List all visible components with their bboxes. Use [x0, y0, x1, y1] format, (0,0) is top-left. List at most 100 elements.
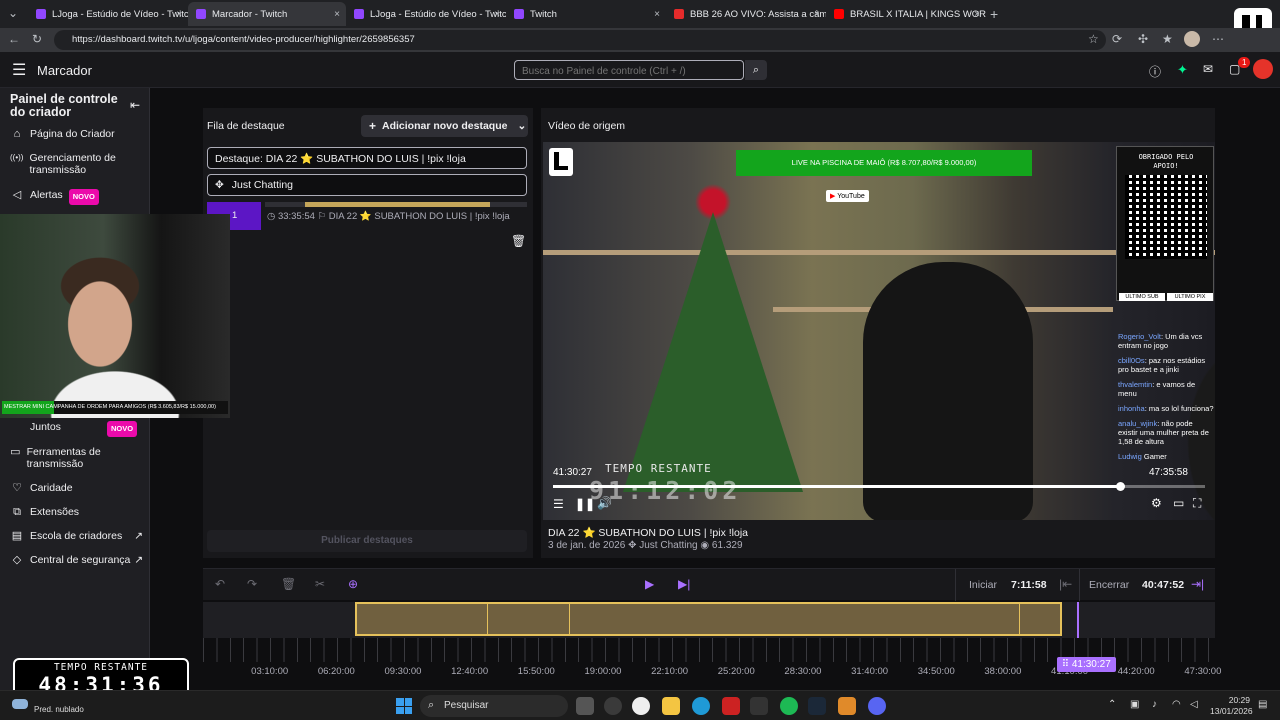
pause-icon[interactable]: ❚❚: [575, 497, 595, 511]
reload-icon[interactable]: ↻: [32, 32, 42, 46]
end-time-value[interactable]: 40:47:52: [1142, 579, 1184, 591]
collapse-sidebar-icon[interactable]: ⇤: [130, 98, 140, 112]
bookmark-star-icon[interactable]: ☆: [1088, 32, 1099, 46]
chevron-up-icon[interactable]: ⌃: [1108, 699, 1116, 710]
edge-icon[interactable]: [692, 697, 710, 715]
video-player[interactable]: LIVE NA PISCINA DE MAIÔ (R$ 8.707,80/R$ …: [543, 142, 1215, 520]
settings-icon[interactable]: ⚙: [1151, 496, 1162, 510]
sidebar-item-extensions[interactable]: ⧉ Extensões: [10, 506, 79, 518]
add-clip-icon[interactable]: ⊕: [348, 577, 358, 591]
youtube-label: YouTube: [837, 193, 865, 200]
browser-tab-1[interactable]: LJoga - Estúdio de Vídeo - Twitch ×: [28, 2, 188, 26]
puzzle-icon[interactable]: ✣: [1138, 32, 1148, 46]
app-icon[interactable]: [632, 697, 650, 715]
sidebar-item-alerts[interactable]: ◁ Alertas NOVO: [10, 189, 99, 205]
highlight-title-field[interactable]: Destaque: DIA 22 ⭐ SUBATHON DO LUIS | !p…: [207, 147, 527, 169]
highlight-range-track: [265, 202, 527, 207]
app-icon[interactable]: [750, 697, 768, 715]
microphone-icon[interactable]: ♪: [1152, 699, 1157, 710]
close-icon[interactable]: ×: [334, 9, 340, 20]
sidebar-item-charity[interactable]: ♡ Caridade: [10, 482, 73, 494]
search-button[interactable]: ⌕: [745, 60, 767, 80]
app-icon[interactable]: [722, 697, 740, 715]
browser-tab-2[interactable]: Marcador - Twitch ×: [188, 2, 346, 26]
fullscreen-icon[interactable]: ⛶: [1193, 496, 1201, 511]
sidebar-item-label: Central de segurança: [30, 554, 131, 566]
category-field[interactable]: ✥ Just Chatting: [207, 174, 527, 196]
menu-icon[interactable]: ☰: [12, 60, 26, 80]
volume-icon[interactable]: 🔊: [597, 496, 612, 510]
delete-icon[interactable]: 🗑: [511, 234, 526, 248]
sidebar-item-safety-center[interactable]: ◇ Central de segurança ↗: [10, 554, 143, 566]
browser-tab-3[interactable]: LJoga - Estúdio de Vídeo - Twitch ×: [346, 2, 506, 26]
trash-icon[interactable]: 🗑: [281, 577, 296, 591]
close-icon[interactable]: ×: [814, 9, 820, 20]
undo-icon[interactable]: ↶: [215, 577, 225, 591]
tab-search-icon[interactable]: ⌄: [8, 6, 18, 20]
highlight-queue-item[interactable]: 1 ◷ 33:35:54 ⚐ DIA 22 ⭐ SUBATHON DO LUIS…: [207, 202, 527, 248]
browser-tab-6[interactable]: BRASIL X ITALIA | KINGS WORLD C ×: [826, 2, 986, 26]
app-icon[interactable]: [838, 697, 856, 715]
scissors-icon[interactable]: ✂: [315, 577, 325, 591]
notification-center-icon[interactable]: ▤: [1258, 699, 1267, 710]
user-avatar[interactable]: [1253, 59, 1273, 79]
wifi-icon[interactable]: ◠: [1172, 699, 1181, 710]
profile-avatar[interactable]: [1184, 31, 1200, 47]
youtube-icon: [834, 9, 844, 19]
dashboard-search-input[interactable]: [514, 60, 744, 80]
sidebar-item-together[interactable]: Juntos NOVO: [30, 421, 138, 437]
publish-highlights-button[interactable]: Publicar destaques: [207, 530, 527, 552]
set-end-icon[interactable]: ⇥|: [1191, 577, 1204, 591]
redo-icon[interactable]: ↷: [247, 577, 257, 591]
sidebar-title: Painel de controle do criador: [10, 92, 118, 119]
tray-icon[interactable]: ▣: [1130, 699, 1139, 710]
video-category: Just Chatting: [639, 540, 698, 551]
taskbar-search[interactable]: ⌕ Pesquisar: [420, 695, 568, 717]
discord-icon[interactable]: [868, 697, 886, 715]
chapters-icon[interactable]: ☰: [553, 497, 564, 511]
close-icon[interactable]: ×: [494, 9, 500, 20]
play-to-end-icon[interactable]: ▶|: [678, 577, 690, 591]
new-badge: NOVO: [106, 421, 138, 437]
start-time-value[interactable]: 7:11:58: [1011, 579, 1047, 591]
start-label: Iniciar: [969, 579, 998, 591]
favorites-icon[interactable]: ★: [1162, 32, 1173, 46]
sidebar-item-stream-tools[interactable]: ▭ Ferramentas de transmissão: [10, 446, 128, 470]
extension-icon[interactable]: ⟳: [1112, 32, 1122, 46]
sidebar-item-creator-school[interactable]: ▤ Escola de criadores ↗: [10, 530, 143, 542]
eye-icon: ◉: [700, 540, 710, 551]
url-input[interactable]: https://dashboard.twitch.tv/u/ljoga/cont…: [54, 30, 1106, 50]
clock-icon: ◷: [267, 211, 276, 222]
seek-bar[interactable]: [553, 482, 1205, 491]
file-explorer-icon[interactable]: [662, 697, 680, 715]
sidebar-item-stream-manager[interactable]: ((•)) Gerenciamento de transmissão: [10, 152, 128, 176]
highlight-clip-region[interactable]: [354, 602, 1062, 636]
spotify-icon[interactable]: [780, 697, 798, 715]
inbox-icon[interactable]: ✉: [1203, 62, 1213, 76]
weather-icon[interactable]: [12, 699, 28, 709]
back-icon[interactable]: ←: [8, 32, 20, 46]
speaker-icon[interactable]: ◁: [1190, 699, 1198, 710]
windows-start-icon[interactable]: [396, 698, 412, 714]
clock[interactable]: 20:29 13/01/2026: [1210, 695, 1253, 717]
creator-tools-icon[interactable]: ✦: [1177, 62, 1188, 78]
play-icon[interactable]: ▶: [645, 577, 654, 591]
browser-tab-5[interactable]: BBB 26 AO VIVO: Assista a câmera ×: [666, 2, 826, 26]
sidebar-item-creator-page[interactable]: ⌂ Página do Criador: [10, 128, 115, 140]
theatre-mode-icon[interactable]: ▭: [1173, 496, 1184, 510]
add-highlight-button[interactable]: + Adicionar novo destaque ⌄: [361, 115, 528, 137]
help-icon[interactable]: ⓘ: [1149, 63, 1161, 80]
thanks-text: OBRIGADO PELO APOIO!: [1138, 153, 1194, 170]
browser-tab-4[interactable]: Twitch ×: [506, 2, 666, 26]
playhead-time-badge[interactable]: ⠿ 41:30:27: [1056, 657, 1116, 672]
steam-icon[interactable]: [808, 697, 826, 715]
more-icon[interactable]: ⋯: [1212, 32, 1224, 46]
close-icon[interactable]: ×: [654, 9, 660, 20]
obs-icon[interactable]: [604, 697, 622, 715]
timeline-track[interactable]: [203, 602, 1215, 686]
close-icon[interactable]: ×: [176, 9, 182, 20]
task-view-icon[interactable]: [576, 697, 594, 715]
set-start-icon[interactable]: |⇤: [1059, 577, 1072, 591]
new-tab-button[interactable]: +: [990, 6, 998, 22]
close-icon[interactable]: ×: [974, 9, 980, 20]
